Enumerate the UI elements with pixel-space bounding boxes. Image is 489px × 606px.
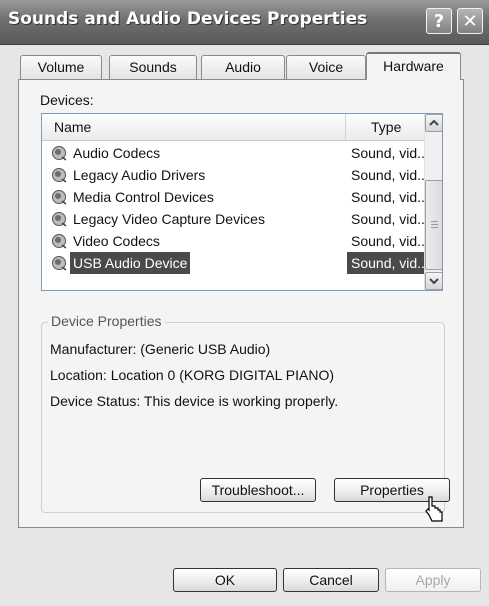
tab-volume[interactable]: Volume (20, 55, 102, 79)
speaker-icon (52, 190, 67, 205)
scroll-grip-line (431, 227, 438, 228)
hardware-panel: Devices: Name Type Audio Codecs Sound, vi… (18, 79, 464, 528)
help-icon[interactable]: ? (426, 8, 452, 34)
device-status-text: Device Status: This device is working pr… (50, 393, 339, 409)
column-header-name[interactable]: Name (42, 114, 346, 140)
speaker-icon (52, 234, 67, 249)
device-name: Legacy Audio Drivers (73, 167, 206, 183)
device-type: Sound, vid... (351, 167, 429, 183)
scroll-down-button[interactable] (425, 272, 442, 290)
scroll-thumb[interactable] (425, 180, 442, 270)
chevron-up-icon (429, 119, 439, 126)
ok-button[interactable]: OK (173, 568, 277, 592)
troubleshoot-button[interactable]: Troubleshoot... (200, 478, 316, 502)
close-icon[interactable]: ✕ (457, 8, 483, 34)
tab-hardware[interactable]: Hardware (366, 52, 461, 80)
tab-audio[interactable]: Audio (201, 55, 285, 79)
list-item[interactable]: Video Codecs Sound, vid... (42, 230, 429, 252)
device-type: Sound, vid... (351, 211, 429, 227)
device-properties-group: Device Properties Manufacturer: (Generic… (41, 313, 450, 513)
column-header-type[interactable]: Type (347, 114, 424, 140)
speaker-icon (52, 212, 67, 227)
scroll-grip-line (431, 221, 438, 222)
device-name: USB Audio Device (70, 252, 191, 274)
apply-button[interactable]: Apply (385, 568, 481, 592)
device-type: Sound, vid... (351, 145, 429, 161)
device-name: Legacy Video Capture Devices (73, 211, 265, 227)
manufacturer-text: Manufacturer: (Generic USB Audio) (50, 341, 271, 357)
window-title: Sounds and Audio Devices Properties (8, 9, 368, 29)
speaker-icon (52, 168, 67, 183)
tab-sounds[interactable]: Sounds (109, 55, 197, 79)
devices-label: Devices: (40, 92, 94, 108)
device-properties-title: Device Properties (48, 313, 165, 329)
list-item[interactable]: Audio Codecs Sound, vid... (42, 142, 429, 164)
scroll-up-button[interactable] (425, 114, 442, 132)
vertical-scrollbar[interactable] (424, 114, 442, 290)
list-item[interactable]: Media Control Devices Sound, vid... (42, 186, 429, 208)
speaker-icon (52, 256, 67, 271)
list-rows: Audio Codecs Sound, vid... Legacy Audio Dr… (42, 142, 429, 274)
device-type: Sound, vid... (351, 233, 429, 249)
speaker-icon (52, 146, 67, 161)
device-type: Sound, vid... (347, 252, 429, 274)
scroll-grip-line (431, 224, 438, 225)
device-name: Media Control Devices (73, 189, 214, 205)
dialog-window: Sounds and Audio Devices Properties ? ✕ … (0, 0, 489, 606)
list-header: Name Type (42, 114, 424, 141)
mouse-cursor-icon (425, 496, 443, 522)
tab-voice[interactable]: Voice (286, 55, 366, 79)
devices-list[interactable]: Name Type Audio Codecs Sound, vid... Legac… (41, 113, 443, 291)
device-name: Video Codecs (73, 233, 160, 249)
cancel-button[interactable]: Cancel (283, 568, 379, 592)
title-bar[interactable]: Sounds and Audio Devices Properties ? ✕ (0, 0, 489, 45)
chevron-down-icon (429, 278, 439, 285)
device-type: Sound, vid... (351, 189, 429, 205)
list-item[interactable]: Legacy Audio Drivers Sound, vid... (42, 164, 429, 186)
list-item[interactable]: Legacy Video Capture Devices Sound, vid..… (42, 208, 429, 230)
device-name: Audio Codecs (73, 145, 161, 161)
location-text: Location: Location 0 (KORG DIGITAL PIANO… (50, 367, 334, 383)
list-item[interactable]: USB Audio Device Sound, vid... (42, 252, 429, 274)
